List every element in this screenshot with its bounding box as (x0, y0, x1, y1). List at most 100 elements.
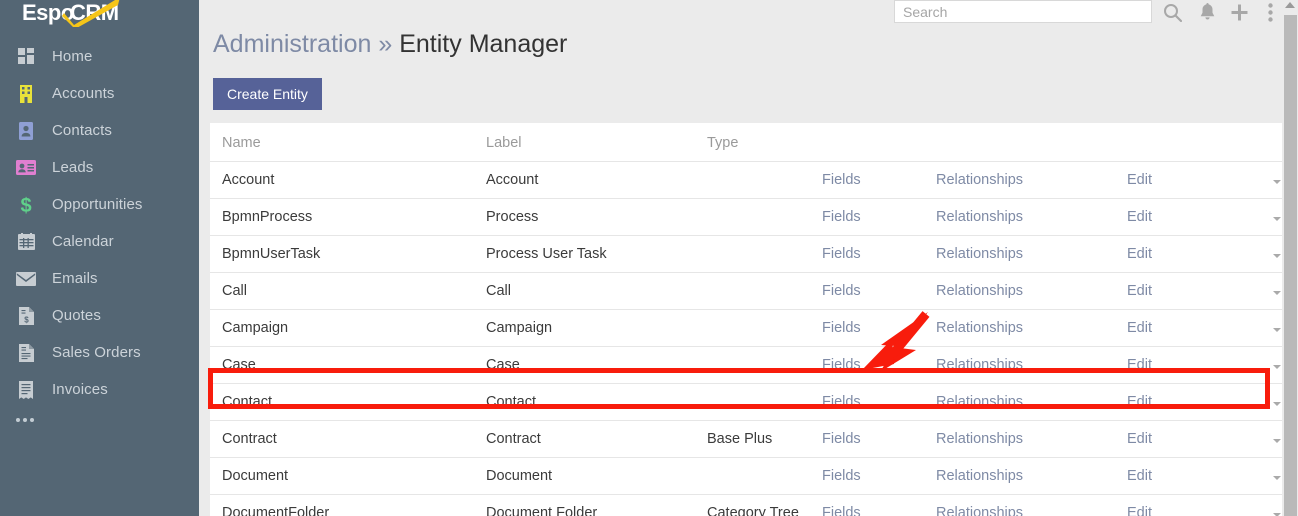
row-dropdown-cell[interactable] (1237, 420, 1284, 458)
chevron-down-icon[interactable] (1273, 365, 1281, 369)
relationships-link-cell-link[interactable]: Relationships (936, 431, 1023, 447)
edit-link-cell[interactable]: Edit (1127, 309, 1237, 347)
sidebar-item-calendar[interactable]: Calendar (0, 223, 199, 260)
fields-link-cell[interactable]: Fields (822, 457, 936, 495)
column-header-label[interactable]: Label (486, 123, 707, 162)
relationships-link-cell[interactable]: Relationships (936, 235, 1127, 273)
sidebar-item-leads[interactable]: Leads (0, 149, 199, 186)
search-icon[interactable] (1159, 0, 1185, 24)
relationships-link-cell[interactable]: Relationships (936, 309, 1127, 347)
sidebar-item-opportunities[interactable]: $ Opportunities (0, 186, 199, 223)
edit-link-cell[interactable]: Edit (1127, 272, 1237, 310)
row-dropdown-cell[interactable] (1237, 309, 1284, 347)
row-dropdown-cell[interactable] (1237, 161, 1284, 199)
search-input[interactable] (894, 0, 1152, 23)
sidebar-item-emails[interactable]: Emails (0, 260, 199, 297)
create-entity-button[interactable]: Create Entity (213, 78, 322, 110)
sidebar-item-contacts[interactable]: Contacts (0, 112, 199, 149)
chevron-down-icon[interactable] (1273, 254, 1281, 258)
sidebar-item-home[interactable]: Home (0, 38, 199, 75)
chevron-down-icon[interactable] (1273, 328, 1281, 332)
row-dropdown-cell[interactable] (1237, 272, 1284, 310)
edit-link-cell-link[interactable]: Edit (1127, 468, 1152, 484)
fields-link-cell-link[interactable]: Fields (822, 357, 861, 373)
espocrm-logo[interactable]: Espo CRM (0, 0, 199, 28)
fields-link-cell-link[interactable]: Fields (822, 209, 861, 225)
sidebar-item-sales-orders[interactable]: Sales Orders (0, 334, 199, 371)
edit-link-cell[interactable]: Edit (1127, 198, 1237, 236)
fields-link-cell-link[interactable]: Fields (822, 431, 861, 447)
fields-link-cell-link[interactable]: Fields (822, 283, 861, 299)
vertical-scrollbar[interactable] (1282, 0, 1298, 516)
edit-link-cell[interactable]: Edit (1127, 161, 1237, 199)
scrollbar-thumb[interactable] (1284, 15, 1297, 516)
relationships-link-cell[interactable]: Relationships (936, 383, 1127, 421)
fields-link-cell-link[interactable]: Fields (822, 320, 861, 336)
edit-link-cell-link[interactable]: Edit (1127, 172, 1152, 188)
relationships-link-cell-link[interactable]: Relationships (936, 172, 1023, 188)
edit-link-cell-link[interactable]: Edit (1127, 431, 1152, 447)
table-row[interactable]: DocumentFolder Document Folder Category Tr… (210, 494, 1284, 516)
fields-link-cell[interactable]: Fields (822, 383, 936, 421)
fields-link-cell-link[interactable]: Fields (822, 505, 861, 516)
relationships-link-cell-link[interactable]: Relationships (936, 394, 1023, 410)
chevron-down-icon[interactable] (1273, 291, 1281, 295)
edit-link-cell-link[interactable]: Edit (1127, 394, 1152, 410)
plus-icon[interactable] (1226, 0, 1252, 24)
fields-link-cell[interactable]: Fields (822, 346, 936, 384)
relationships-link-cell-link[interactable]: Relationships (936, 357, 1023, 373)
table-row[interactable]: Case Case Fields Relationships Edit (210, 346, 1284, 384)
relationships-link-cell-link[interactable]: Relationships (936, 468, 1023, 484)
chevron-down-icon[interactable] (1273, 402, 1281, 406)
breadcrumb-administration-link[interactable]: Administration (213, 30, 371, 58)
edit-link-cell[interactable]: Edit (1127, 383, 1237, 421)
column-header-type[interactable]: Type (707, 123, 822, 162)
table-row-highlighted[interactable]: Contact Contact Fields Relationships Edit (210, 383, 1284, 421)
relationships-link-cell[interactable]: Relationships (936, 457, 1127, 495)
chevron-down-icon[interactable] (1273, 180, 1281, 184)
table-row[interactable]: Account Account Fields Relationships Edit (210, 161, 1284, 199)
fields-link-cell[interactable]: Fields (822, 161, 936, 199)
relationships-link-cell-link[interactable]: Relationships (936, 283, 1023, 299)
relationships-link-cell[interactable]: Relationships (936, 346, 1127, 384)
row-dropdown-cell[interactable] (1237, 457, 1284, 495)
fields-link-cell[interactable]: Fields (822, 420, 936, 458)
fields-link-cell[interactable]: Fields (822, 235, 936, 273)
edit-link-cell-link[interactable]: Edit (1127, 505, 1152, 516)
edit-link-cell[interactable]: Edit (1127, 346, 1237, 384)
edit-link-cell[interactable]: Edit (1127, 420, 1237, 458)
chevron-down-icon[interactable] (1273, 476, 1281, 480)
row-dropdown-cell[interactable] (1237, 383, 1284, 421)
row-dropdown-cell[interactable] (1237, 346, 1284, 384)
scroll-up-arrow-icon[interactable] (1285, 2, 1295, 8)
fields-link-cell-link[interactable]: Fields (822, 246, 861, 262)
fields-link-cell[interactable]: Fields (822, 198, 936, 236)
relationships-link-cell-link[interactable]: Relationships (936, 246, 1023, 262)
row-dropdown-cell[interactable] (1237, 198, 1284, 236)
bell-icon[interactable] (1194, 0, 1220, 24)
fields-link-cell[interactable]: Fields (822, 494, 936, 516)
edit-link-cell[interactable]: Edit (1127, 235, 1237, 273)
relationships-link-cell[interactable]: Relationships (936, 272, 1127, 310)
table-row[interactable]: Call Call Fields Relationships Edit (210, 272, 1284, 310)
fields-link-cell[interactable]: Fields (822, 272, 936, 310)
table-row[interactable]: Campaign Campaign Fields Relationships Edit (210, 309, 1284, 347)
relationships-link-cell-link[interactable]: Relationships (936, 209, 1023, 225)
relationships-link-cell[interactable]: Relationships (936, 494, 1127, 516)
chevron-down-icon[interactable] (1273, 217, 1281, 221)
edit-link-cell-link[interactable]: Edit (1127, 320, 1152, 336)
sidebar-item-invoices[interactable]: Invoices (0, 371, 199, 408)
table-row[interactable]: Document Document Fields Relationships Edit (210, 457, 1284, 495)
column-header-name[interactable]: Name (210, 123, 486, 162)
relationships-link-cell[interactable]: Relationships (936, 198, 1127, 236)
sidebar-item-quotes[interactable]: $ Quotes (0, 297, 199, 334)
relationships-link-cell[interactable]: Relationships (936, 420, 1127, 458)
table-row[interactable]: Contract Contract Base Plus Fields Relations… (210, 420, 1284, 458)
table-row[interactable]: BpmnProcess Process Fields Relationships Edi… (210, 198, 1284, 236)
edit-link-cell-link[interactable]: Edit (1127, 283, 1152, 299)
relationships-link-cell-link[interactable]: Relationships (936, 505, 1023, 516)
fields-link-cell-link[interactable]: Fields (822, 172, 861, 188)
relationships-link-cell[interactable]: Relationships (936, 161, 1127, 199)
sidebar-more-button[interactable] (16, 418, 34, 422)
sidebar-item-accounts[interactable]: Accounts (0, 75, 199, 112)
